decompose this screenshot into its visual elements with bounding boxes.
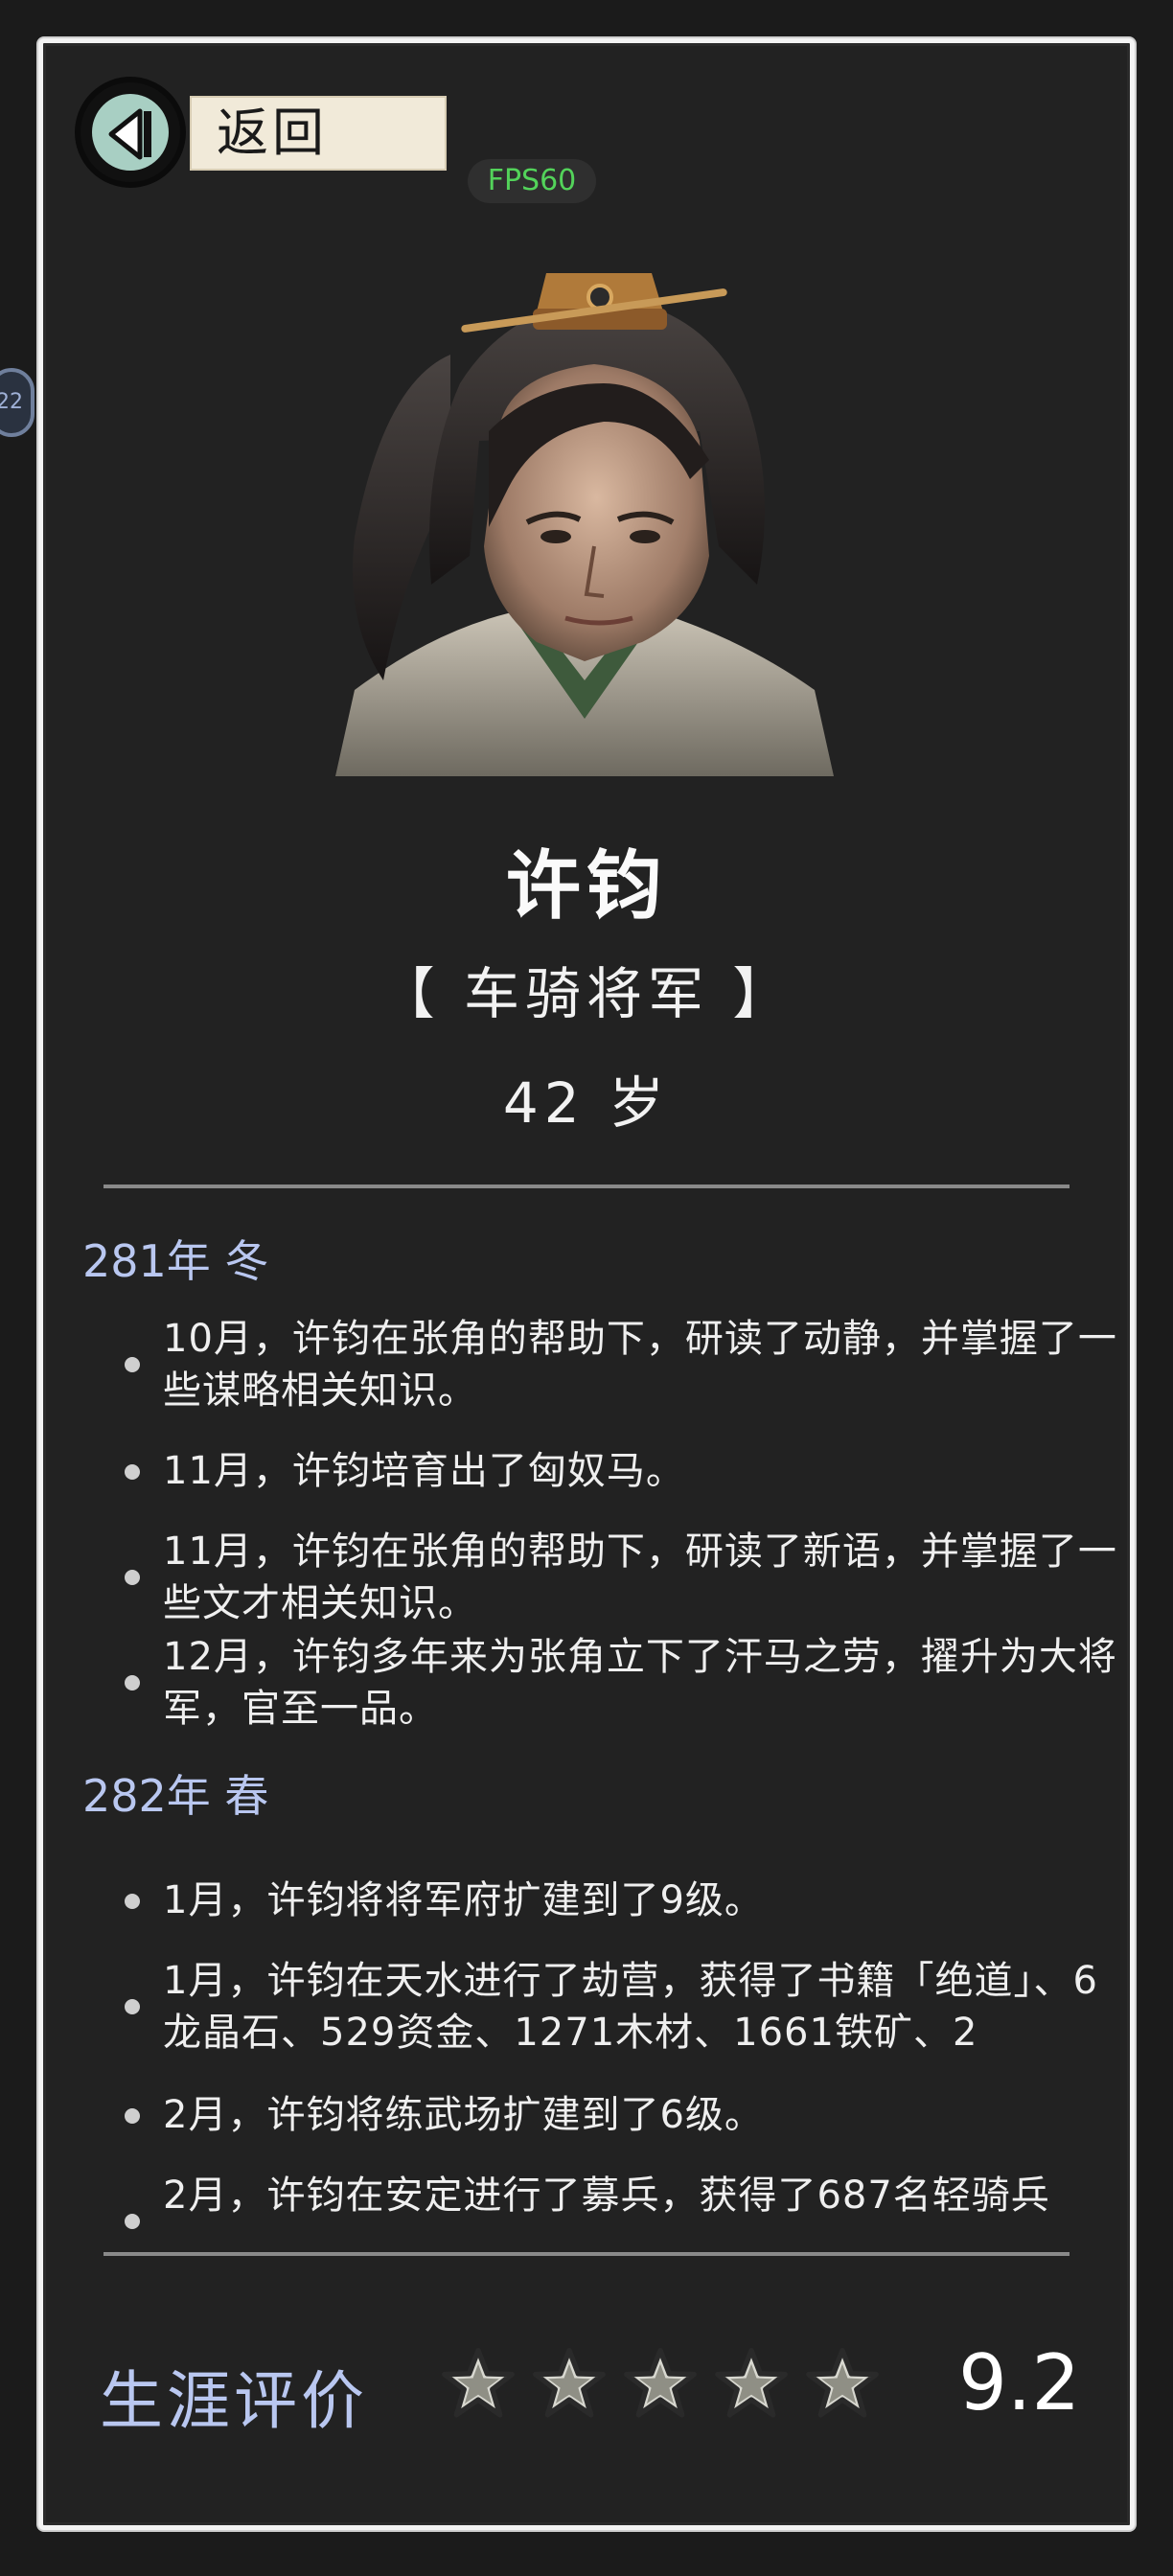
star-icon bbox=[715, 2347, 788, 2418]
star-icon bbox=[442, 2347, 515, 2418]
rating-score: 9.2 bbox=[958, 2338, 1081, 2427]
event-text: 2月，许钧在安定进行了募兵，获得了687名轻骑兵 bbox=[163, 2174, 1050, 2218]
event-text: 11月，许钧培育出了匈奴马。 bbox=[163, 1449, 685, 1493]
event-text: 2月，许钧将练武场扩建到了6级。 bbox=[163, 2093, 764, 2137]
character-title: 【 车骑将军 】 bbox=[379, 961, 794, 1026]
season-header: 282年 春 bbox=[82, 1770, 269, 1822]
event-text: 1月，许钧将将军府扩建到了9级。 bbox=[163, 1878, 764, 1922]
star-icon bbox=[624, 2347, 697, 2418]
character-portrait bbox=[335, 273, 834, 776]
divider-top bbox=[104, 1184, 1070, 1188]
fps-counter: FPS60 bbox=[468, 159, 596, 203]
event-text: 10月，许钧在张角的帮助下，研读了动静，并掌握了一些谋略相关知识。 bbox=[163, 1317, 1117, 1413]
rating-stars bbox=[441, 2346, 901, 2432]
side-badge[interactable]: 22 bbox=[0, 368, 34, 437]
back-label: 返回 bbox=[217, 103, 328, 163]
character-age: 42 岁 bbox=[502, 1070, 671, 1136]
rating-label: 生涯评价 bbox=[100, 2364, 368, 2438]
back-arrow-icon bbox=[108, 108, 151, 160]
season-header: 281年 冬 bbox=[82, 1235, 269, 1287]
back-circle bbox=[75, 77, 186, 188]
star-icon bbox=[806, 2347, 879, 2418]
event-text: 1月，许钧在天水进行了劫营，获得了书籍「绝道」、6龙晶石、529资金、1271木… bbox=[163, 1959, 1098, 2055]
character-name: 许钧 bbox=[505, 843, 667, 930]
star-icon bbox=[533, 2347, 606, 2418]
event-text: 11月，许钧在张角的帮助下，研读了新语，并掌握了一些文才相关知识。 bbox=[163, 1530, 1117, 1625]
event-text: 12月，许钧多年来为张角立下了汗马之劳，擢升为大将军，官至一品。 bbox=[163, 1635, 1117, 1731]
divider-bottom bbox=[104, 2252, 1070, 2256]
back-button[interactable]: 返回 bbox=[75, 77, 447, 188]
